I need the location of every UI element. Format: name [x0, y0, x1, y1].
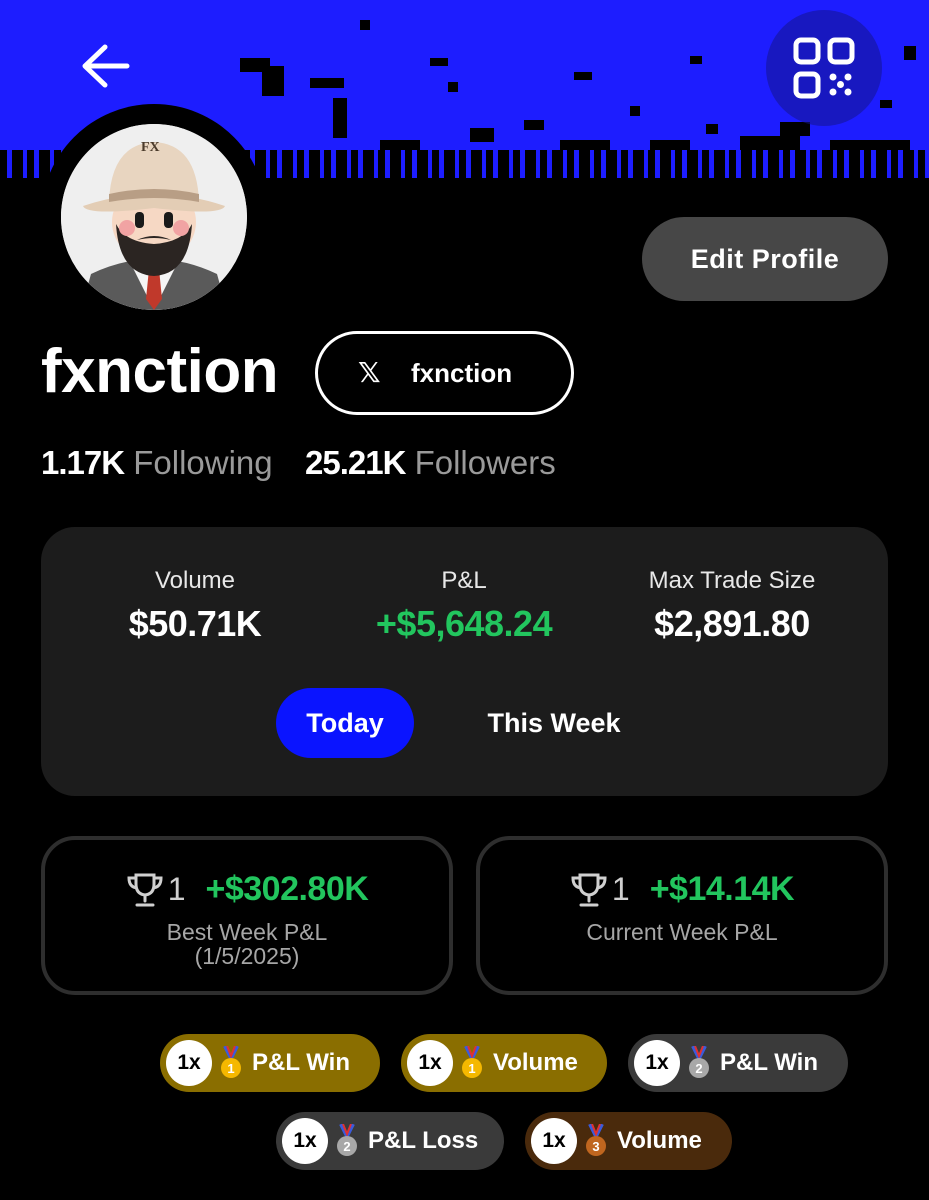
best-week-rank: 1 — [167, 871, 186, 907]
badge-label: P&L Win — [720, 1049, 819, 1076]
followers-count: 25.21K — [304, 444, 406, 481]
badge-count: 1x — [531, 1118, 577, 1164]
badge-label: P&L Loss — [368, 1127, 479, 1154]
best-week-pnl: +$302.80K — [205, 870, 369, 908]
max-trade-label: Max Trade Size — [648, 567, 816, 594]
current-week-caption: Current Week P&L — [586, 919, 778, 945]
gold-medal-icon: 1 — [462, 1046, 482, 1078]
pnl-stat: P&L +$5,648.24 — [334, 567, 594, 645]
x-handle-pill[interactable]: 𝕏 fxnction — [315, 331, 574, 415]
volume-value: $50.71K — [128, 603, 262, 644]
badge-pnl-loss-silver[interactable]: 1x 2 P&L Loss — [276, 1112, 504, 1170]
username: fxnction — [41, 337, 279, 406]
svg-text:1: 1 — [468, 1061, 475, 1076]
badge-pnl-win-gold[interactable]: 1x 1 P&L Win — [160, 1034, 380, 1092]
trophy-icon — [127, 873, 163, 906]
current-week-pnl: +$14.14K — [649, 870, 795, 908]
max-trade-value: $2,891.80 — [654, 603, 810, 644]
x-handle-text: fxnction — [411, 358, 513, 388]
tab-this-week[interactable]: This Week — [449, 688, 659, 758]
pnl-label: P&L — [441, 567, 487, 594]
qr-code-icon — [793, 37, 855, 99]
trophy-icon — [571, 873, 607, 906]
best-week-date: (1/5/2025) — [194, 943, 300, 969]
badge-count: 1x — [407, 1040, 453, 1086]
silver-medal-icon: 2 — [337, 1124, 357, 1156]
back-button[interactable] — [70, 36, 140, 96]
svg-text:1: 1 — [227, 1061, 234, 1076]
badge-count: 1x — [166, 1040, 212, 1086]
badge-label: P&L Win — [252, 1049, 351, 1076]
svg-text:2: 2 — [343, 1139, 350, 1154]
svg-text:3: 3 — [592, 1139, 599, 1154]
badge-label: Volume — [493, 1049, 578, 1076]
avatar[interactable]: FX — [61, 124, 247, 310]
tab-today[interactable]: Today — [276, 688, 414, 758]
max-trade-stat: Max Trade Size $2,891.80 — [602, 567, 862, 645]
x-logo-icon: 𝕏 — [358, 357, 381, 388]
svg-text:2: 2 — [695, 1061, 702, 1076]
badge-count: 1x — [634, 1040, 680, 1086]
volume-label: Volume — [154, 567, 236, 594]
badge-volume-bronze[interactable]: 1x 3 Volume — [525, 1112, 732, 1170]
edit-profile-button[interactable]: Edit Profile — [642, 217, 888, 301]
following-count: 1.17K — [41, 444, 125, 481]
followers-label: Followers — [414, 444, 556, 481]
follow-stats: 1.17K Following 25.21K Followers — [41, 444, 556, 482]
best-week-card: 1 +$302.80K Best Week P&L (1/5/2025) — [41, 836, 453, 995]
avatar-hat-text: FX — [141, 140, 160, 155]
gold-medal-icon: 1 — [221, 1046, 241, 1078]
badge-count: 1x — [282, 1118, 328, 1164]
current-week-card: 1 +$14.14K Current Week P&L — [476, 836, 888, 995]
following-link[interactable]: 1.17K Following — [41, 444, 282, 481]
silver-medal-icon: 2 — [689, 1046, 709, 1078]
pnl-value: +$5,648.24 — [375, 603, 553, 644]
following-label: Following — [133, 444, 273, 481]
best-week-caption: Best Week P&L — [166, 919, 328, 945]
followers-link[interactable]: 25.21K Followers — [305, 444, 556, 481]
badge-pnl-win-silver[interactable]: 1x 2 P&L Win — [628, 1034, 848, 1092]
arrow-left-icon — [82, 44, 130, 88]
volume-stat: Volume $50.71K — [65, 567, 325, 645]
badge-label: Volume — [617, 1127, 702, 1154]
qr-code-button[interactable] — [766, 10, 882, 126]
badge-volume-gold[interactable]: 1x 1 Volume — [401, 1034, 607, 1092]
stats-card: Volume $50.71K P&L +$5,648.24 Max Trade … — [41, 527, 888, 796]
current-week-rank: 1 — [611, 871, 630, 907]
bronze-medal-icon: 3 — [586, 1124, 606, 1156]
